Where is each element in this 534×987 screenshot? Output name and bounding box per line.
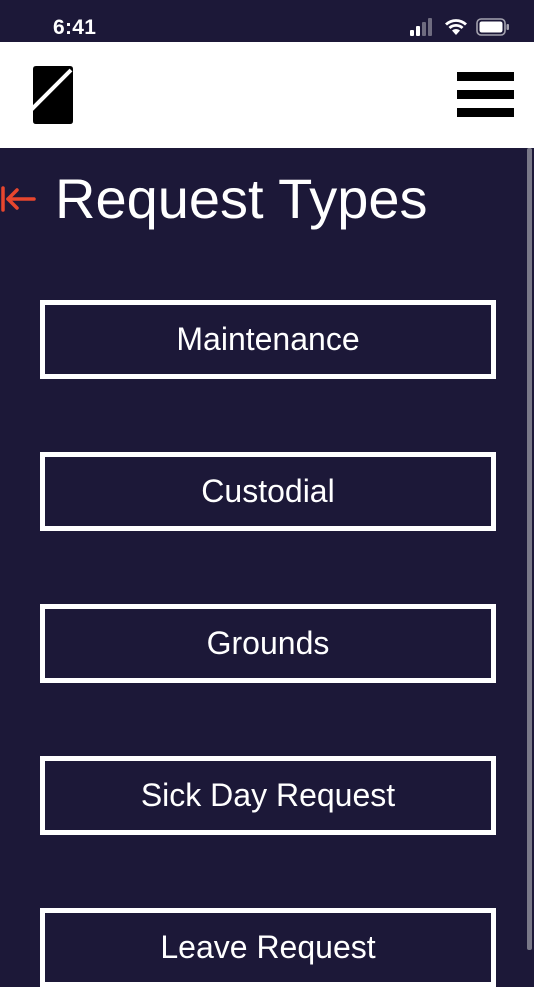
status-bar: 6:41 [0,0,534,42]
status-time: 6:41 [53,16,97,39]
back-arrow-icon[interactable] [0,186,36,212]
page-title: Request Types [55,167,428,230]
brand-logo-icon[interactable] [33,66,73,124]
hamburger-menu-icon[interactable] [457,72,514,118]
scrollbar[interactable] [527,148,532,950]
battery-icon [476,18,509,36]
maintenance-button[interactable]: Maintenance [40,300,496,379]
cellular-signal-icon [410,18,432,36]
leave-request-button[interactable]: Leave Request [40,908,496,987]
status-icons [410,18,510,36]
grounds-button[interactable]: Grounds [40,604,496,683]
wifi-icon [445,19,467,35]
custodial-button[interactable]: Custodial [40,452,496,531]
sick-day-request-button[interactable]: Sick Day Request [40,756,496,835]
main-content: Request Types Maintenance Custodial Grou… [0,148,534,987]
app-header [0,42,534,148]
